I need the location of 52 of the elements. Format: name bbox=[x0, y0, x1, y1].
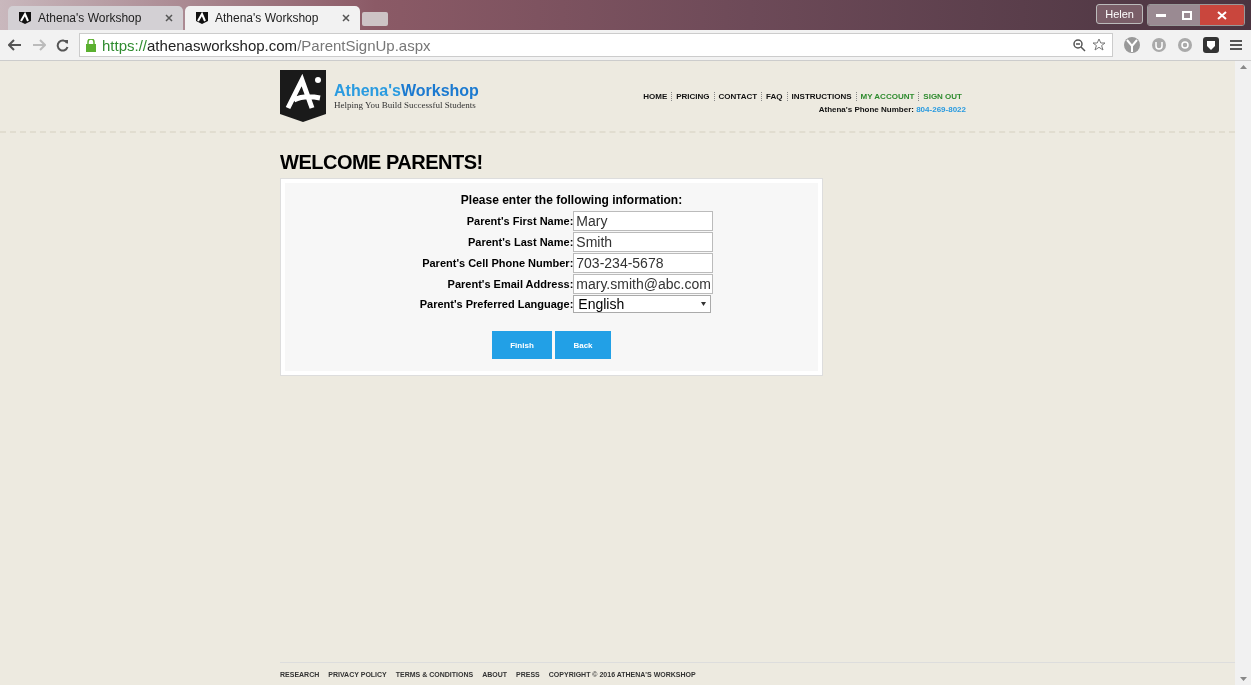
browser-tab[interactable]: Athena's Workshop bbox=[8, 6, 183, 30]
nav-link[interactable]: MY ACCOUNT bbox=[855, 92, 919, 101]
field-label: Parent's Last Name: bbox=[466, 236, 574, 248]
brand-name[interactable]: Athena'sWorkshop bbox=[334, 82, 479, 100]
lock-icon bbox=[86, 38, 96, 52]
language-select[interactable]: English bbox=[573, 295, 712, 313]
reload-icon[interactable] bbox=[56, 38, 69, 52]
nav-link[interactable]: HOME bbox=[639, 92, 672, 101]
nav-link[interactable]: PRICING bbox=[671, 92, 714, 101]
extension-icon[interactable] bbox=[1151, 37, 1167, 53]
zoom-icon[interactable] bbox=[1073, 38, 1086, 52]
extension-icon[interactable] bbox=[1123, 36, 1141, 54]
input-field[interactable]: Mary bbox=[573, 211, 714, 231]
nav-link[interactable]: SIGN OUT bbox=[918, 92, 966, 101]
input-field[interactable]: Smith bbox=[573, 232, 714, 252]
scrollbar[interactable] bbox=[1235, 61, 1251, 685]
favicon-icon bbox=[18, 11, 32, 25]
maximize-icon bbox=[1182, 10, 1192, 20]
close-icon[interactable] bbox=[342, 14, 350, 22]
maximize-button[interactable] bbox=[1174, 5, 1200, 25]
close-icon bbox=[1217, 10, 1227, 20]
favicon-icon bbox=[195, 11, 209, 25]
back-icon[interactable] bbox=[8, 39, 22, 51]
profile-button[interactable]: Helen bbox=[1096, 4, 1143, 24]
form-intro: Please enter the following information: bbox=[460, 193, 683, 207]
menu-icon[interactable] bbox=[1229, 39, 1243, 51]
minimize-icon bbox=[1156, 13, 1166, 17]
shield-icon[interactable] bbox=[1203, 37, 1219, 53]
nav-link[interactable]: CONTACT bbox=[713, 92, 762, 101]
tagline: Helping You Build Successful Students bbox=[334, 100, 477, 110]
close-icon[interactable] bbox=[165, 14, 173, 22]
field-label: Parent's Cell Phone Number: bbox=[421, 257, 574, 269]
url-text: https://athenasworkshop.com/ParentSignUp.aspx bbox=[102, 36, 432, 54]
page-title: WELCOME PARENTS! bbox=[280, 151, 484, 174]
minimize-button[interactable] bbox=[1148, 5, 1174, 25]
scroll-down-icon[interactable] bbox=[1239, 677, 1247, 681]
nav-link[interactable]: INSTRUCTIONS bbox=[786, 92, 856, 101]
address-bar[interactable]: https://athenasworkshop.com/ParentSignUp.aspx bbox=[79, 33, 1113, 57]
field-label: Parent's Preferred Language: bbox=[419, 298, 574, 310]
browser-tab[interactable]: Athena's Workshop bbox=[185, 6, 360, 30]
logo-icon[interactable] bbox=[280, 70, 326, 122]
input-field[interactable]: 703-234-5678 bbox=[573, 253, 714, 273]
scroll-up-icon[interactable] bbox=[1239, 65, 1247, 69]
input-field[interactable]: mary.smith@abc.com bbox=[573, 274, 714, 294]
field-label: Parent's First Name: bbox=[465, 215, 574, 227]
star-icon[interactable] bbox=[1092, 38, 1106, 52]
nav-link[interactable]: FAQ bbox=[761, 92, 787, 101]
dropdown-caret-icon bbox=[701, 302, 707, 306]
extension-icon[interactable] bbox=[1177, 37, 1193, 53]
field-label: Parent's Email Address: bbox=[446, 278, 574, 290]
phone-line: Athena's Phone Number: 804-269-8022 bbox=[818, 105, 966, 114]
close-window-button[interactable] bbox=[1200, 5, 1244, 25]
